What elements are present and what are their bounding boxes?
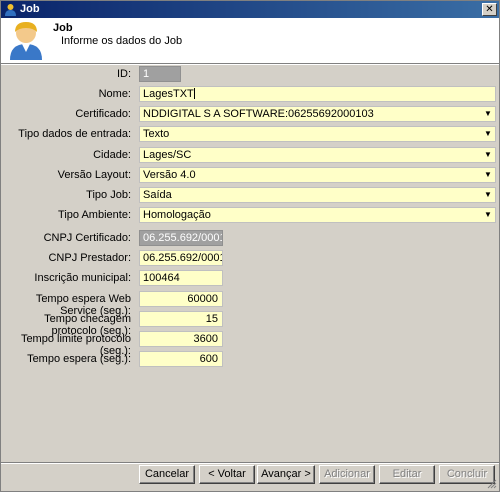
tempo-limite-input[interactable]: 3600 [139,331,223,347]
editar-button[interactable]: Editar [379,465,435,484]
id-field: 1 [139,66,181,82]
certificado-label: Certificado: [75,108,131,120]
cnpj-certificado-label: CNPJ Certificado: [43,232,131,244]
voltar-button[interactable]: < Voltar [199,465,255,484]
footer-divider [1,462,499,464]
tipo-dados-select[interactable]: Texto ▼ [139,126,496,142]
window-title: Job [20,3,40,15]
text-cursor [193,88,195,99]
inscricao-municipal-input[interactable]: 100464 [139,270,223,286]
certificado-select[interactable]: NDDIGITAL S A SOFTWARE:06255692000103 ▼ [139,106,496,122]
chevron-down-icon[interactable]: ▼ [481,107,495,121]
chevron-down-icon[interactable]: ▼ [481,127,495,141]
user-avatar-icon [10,22,42,60]
job-window: Job ✕ Job Informe os dados do Job ID: 1 … [0,0,500,492]
tipo-dados-value: Texto [143,128,170,140]
cidade-value: Lages/SC [143,149,192,161]
id-label: ID: [116,68,131,80]
tipo-job-label: Tipo Job: [86,189,131,201]
nome-label: Nome: [98,88,131,100]
title-bar[interactable]: Job ✕ [1,1,499,18]
tipo-ambiente-value: Homologação [143,209,211,221]
chevron-down-icon[interactable]: ▼ [481,168,495,182]
tempo-espera-label: Tempo espera (seg.): [27,353,131,365]
versao-layout-label: Versão Layout: [57,169,131,181]
tipo-ambiente-label: Tipo Ambiente: [58,209,131,221]
cancelar-button[interactable]: Cancelar [139,465,195,484]
tipo-dados-label: Tipo dados de entrada: [18,128,131,140]
tipo-job-select[interactable]: Saída ▼ [139,187,496,203]
cidade-select[interactable]: Lages/SC ▼ [139,147,496,163]
chevron-down-icon[interactable]: ▼ [481,148,495,162]
avancar-button[interactable]: Avançar > [257,465,315,484]
tipo-ambiente-select[interactable]: Homologação ▼ [139,207,496,223]
tempo-espera-input[interactable]: 600 [139,351,223,367]
resize-grip-icon[interactable] [487,479,497,489]
cidade-label: Cidade: [93,149,131,161]
chevron-down-icon[interactable]: ▼ [481,188,495,202]
tempo-checagem-input[interactable]: 15 [139,311,223,327]
tipo-job-value: Saída [143,189,172,201]
adicionar-button[interactable]: Adicionar [319,465,375,484]
user-icon [5,4,16,16]
header-title: Job [53,22,73,34]
cnpj-prestador-label: CNPJ Prestador: [48,252,131,264]
cnpj-certificado-field: 06.255.692/0001-03 [139,230,223,246]
nome-value: LagesTXT [143,88,194,100]
cnpj-prestador-input[interactable]: 06.255.692/0001-03 [139,250,223,266]
certificado-value: NDDIGITAL S A SOFTWARE:06255692000103 [143,108,374,120]
tempo-ws-input[interactable]: 60000 [139,291,223,307]
header-divider [1,64,499,65]
close-button[interactable]: ✕ [482,3,497,16]
wizard-header: Job Informe os dados do Job [1,18,499,64]
versao-layout-select[interactable]: Versão 4.0 ▼ [139,167,496,183]
chevron-down-icon[interactable]: ▼ [481,208,495,222]
nome-input[interactable]: LagesTXT [139,86,496,102]
header-subtitle: Informe os dados do Job [61,35,183,47]
inscricao-municipal-label: Inscrição municipal: [34,272,131,284]
versao-layout-value: Versão 4.0 [143,169,196,181]
